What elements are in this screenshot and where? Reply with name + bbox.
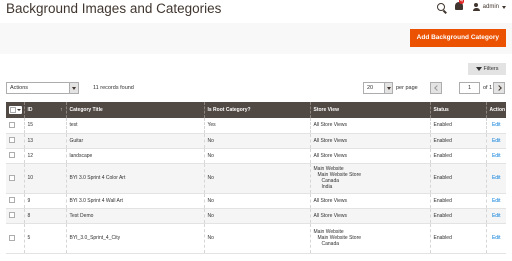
page: Background Images and Categories 4 admin… (0, 0, 512, 261)
previous-page-button[interactable] (430, 82, 442, 94)
edit-link[interactable]: Edit (485, 223, 506, 254)
add-background-category-button[interactable]: Add Background Category (409, 29, 506, 47)
notification-badge: 4 (458, 0, 465, 4)
mass-select-checkbox[interactable] (9, 105, 22, 114)
chevron-down-icon (502, 5, 506, 9)
notifications-button[interactable]: 4 (454, 0, 465, 12)
header-actions: 4 admin (436, 0, 506, 12)
per-page-label: per page (396, 85, 418, 91)
page-size-value: 20 (367, 85, 374, 91)
mass-actions-select[interactable]: Actions (6, 82, 79, 94)
edit-link[interactable]: Edit (485, 118, 506, 134)
table-row: 8 Test Demo No All Store Views Enabled E… (6, 208, 506, 224)
cell-store-view: All Store Views (309, 208, 430, 224)
table-row: 9 BYI 3.0 Sprint 4 Wall Art No All Store… (6, 193, 506, 209)
page-number-input[interactable]: 1 (459, 82, 480, 94)
table-row: 12 landscape No All Store Views Enabled … (6, 148, 506, 164)
page-title: Background Images and Categories (6, 1, 222, 16)
grid-toolbar: Actions 11 records found 20 per page 1 o… (6, 82, 506, 96)
cell-root: No (203, 163, 310, 194)
search-icon[interactable] (436, 3, 445, 11)
page-count: of 1 (483, 85, 493, 91)
column-status[interactable]: Status (429, 102, 486, 118)
cell-title: BYI 3.0 Sprint 4 Wall Art (65, 193, 204, 209)
cell-id: 10 (23, 163, 66, 194)
cell-status: Enabled (429, 193, 486, 209)
row-checkbox[interactable] (9, 122, 15, 129)
row-checkbox[interactable] (9, 137, 15, 144)
cell-root: No (203, 148, 310, 164)
cell-id: 12 (23, 148, 66, 164)
edit-link[interactable]: Edit (485, 193, 506, 209)
cell-store-view: All Store Views (309, 148, 430, 164)
cell-root: No (203, 133, 310, 149)
cell-status: Enabled (429, 118, 486, 134)
cell-store-view: All Store Views (309, 193, 430, 209)
row-checkbox[interactable] (9, 197, 15, 204)
column-is-root-category[interactable]: Is Root Category? (203, 102, 310, 118)
cell-root: No (203, 208, 310, 224)
cell-title: Test Demo (65, 208, 204, 224)
cell-status: Enabled (429, 163, 486, 194)
table-row: 13 Guitar No All Store Views Enabled Edi… (6, 133, 506, 149)
filters-label: Filters (483, 66, 499, 72)
page-size-select[interactable]: 20 (363, 82, 393, 94)
cell-title: landscape (65, 148, 204, 164)
column-store-view[interactable]: Store View (309, 102, 430, 118)
cell-status: Enabled (429, 148, 486, 164)
chevron-down-icon (384, 83, 392, 93)
cell-root: No (203, 223, 310, 254)
chevron-down-icon (69, 83, 78, 93)
cell-store-view: Main Website Main Website Store Canada (309, 223, 430, 254)
edit-link[interactable]: Edit (485, 163, 506, 194)
mass-actions-label: Actions (10, 85, 29, 91)
row-checkbox[interactable] (9, 212, 15, 219)
cell-title: Guitar (65, 133, 204, 149)
cell-status: Enabled (429, 133, 486, 149)
cell-id: 8 (23, 208, 66, 224)
cell-id: 13 (23, 133, 66, 149)
row-checkbox[interactable] (9, 234, 15, 241)
table-row: 15 test Yes All Store Views Enabled Edit (6, 118, 506, 134)
cell-id: 9 (23, 193, 66, 209)
data-grid: ID ↑ Category Title Is Root Category? Sto… (6, 102, 506, 254)
column-category-title[interactable]: Category Title (65, 102, 204, 118)
cell-status: Enabled (429, 223, 486, 254)
filter-icon (475, 67, 482, 71)
column-id[interactable]: ID ↑ (23, 102, 66, 118)
table-row: 10 BYI 3.0 Sprint 4 Color Art No Main We… (6, 163, 506, 194)
edit-link[interactable]: Edit (485, 148, 506, 164)
row-checkbox[interactable] (9, 174, 15, 181)
cell-store-view: Main Website Main Website Store Canada I… (309, 163, 430, 194)
chevron-down-icon (17, 108, 21, 111)
cell-root: No (203, 193, 310, 209)
edit-link[interactable]: Edit (485, 133, 506, 149)
records-count: 11 records found (93, 85, 134, 91)
user-menu[interactable]: admin (472, 3, 506, 11)
cell-store-view: All Store Views (309, 133, 430, 149)
sort-arrow-icon: ↑ (60, 107, 63, 113)
cell-status: Enabled (429, 208, 486, 224)
column-action: Action (485, 102, 506, 118)
filters-button[interactable]: Filters (468, 63, 506, 75)
cell-root: Yes (203, 118, 310, 134)
row-checkbox[interactable] (9, 152, 15, 159)
table-header-row: ID ↑ Category Title Is Root Category? Sto… (6, 102, 506, 118)
cell-id: 5 (23, 223, 66, 254)
user-name: admin (482, 4, 499, 10)
cell-id: 15 (23, 118, 66, 134)
cell-title: test (65, 118, 204, 134)
edit-link[interactable]: Edit (485, 208, 506, 224)
table-row: 5 BYI_3.0_Sprint_4_City No Main Website … (6, 223, 506, 254)
mass-select-header[interactable] (6, 102, 24, 118)
cell-store-view: All Store Views (309, 118, 430, 134)
next-page-button[interactable] (493, 82, 505, 94)
cell-title: BYI_3.0_Sprint_4_City (65, 223, 204, 254)
cell-title: BYI 3.0 Sprint 4 Color Art (65, 163, 204, 194)
page-actions-bar: Add Background Category (0, 23, 512, 54)
user-icon (472, 3, 480, 11)
